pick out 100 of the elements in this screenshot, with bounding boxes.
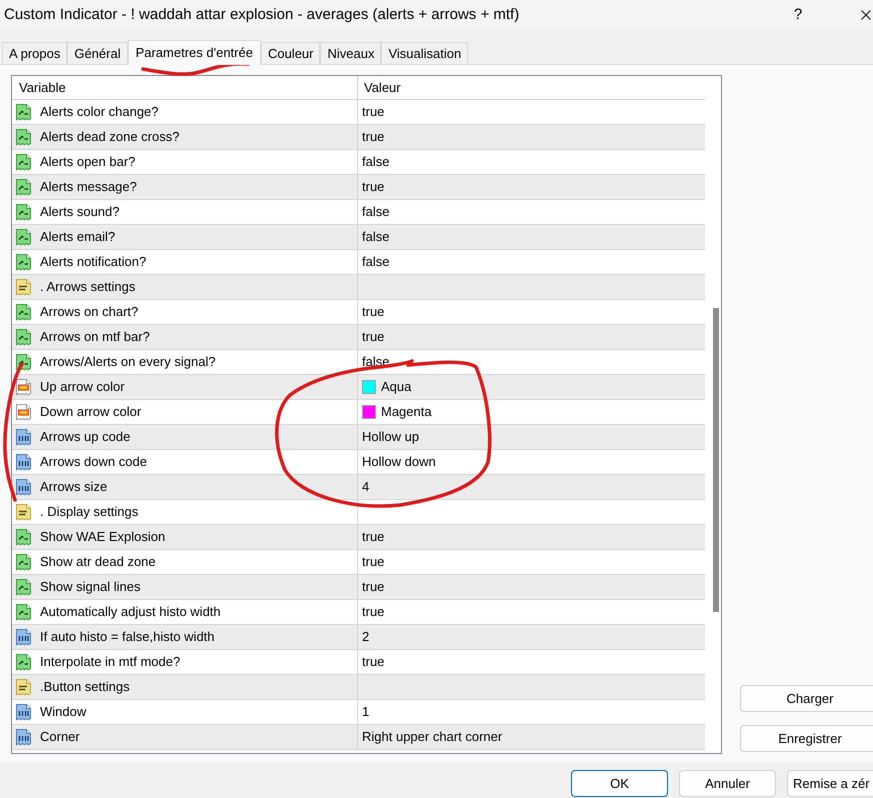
variable-label: Arrows size bbox=[40, 478, 108, 496]
variable-label: Alerts color change? bbox=[40, 103, 159, 122]
value-text: true bbox=[362, 328, 384, 346]
parameter-row[interactable]: .Button settings bbox=[12, 675, 706, 700]
value-text: 2 bbox=[362, 628, 370, 646]
parameter-row[interactable]: Alerts open bar? false bbox=[12, 150, 706, 175]
parameter-row[interactable]: Corner Right upper chart corner bbox=[12, 725, 706, 750]
parameter-row[interactable]: Automatically adjust histo width true bbox=[12, 600, 706, 625]
parameter-row[interactable]: Show WAE Explosion true bbox=[12, 525, 706, 550]
variable-label: Arrows/Alerts on every signal? bbox=[40, 353, 216, 372]
parameter-row[interactable]: Show atr dead zone true bbox=[12, 550, 706, 575]
variable-label: Alerts sound? bbox=[40, 203, 120, 222]
tab[interactable]: Visualisation bbox=[381, 42, 468, 64]
parameter-row[interactable]: . Arrows settings bbox=[12, 275, 706, 300]
bars-tile-icon bbox=[15, 428, 32, 446]
parameter-row[interactable]: Alerts notification? false bbox=[12, 250, 706, 275]
line-chart-tile-icon bbox=[15, 328, 32, 346]
value-text: false bbox=[362, 228, 390, 246]
side-button[interactable]: Charger bbox=[740, 685, 873, 712]
bars-tile-icon bbox=[15, 478, 32, 496]
value-text: true bbox=[362, 553, 384, 572]
parameter-row[interactable]: If auto histo = false,histo width 2 bbox=[12, 625, 706, 650]
value-text: Hollow down bbox=[362, 453, 436, 472]
variable-label: Show WAE Explosion bbox=[40, 528, 166, 546]
variable-label: Corner bbox=[40, 728, 80, 746]
variable-label: . Arrows settings bbox=[40, 278, 136, 296]
side-button[interactable]: Enregistrer bbox=[740, 725, 873, 752]
value-text: true bbox=[362, 303, 384, 322]
line-chart-tile-icon bbox=[15, 578, 32, 596]
line-chart-tile-icon bbox=[15, 303, 32, 321]
variable-label: Window bbox=[40, 703, 86, 722]
line-chart-tile-icon bbox=[15, 528, 32, 546]
parameter-row[interactable]: Arrows down code Hollow down bbox=[12, 450, 706, 475]
line-chart-tile-icon bbox=[15, 228, 32, 246]
text-lines-tile-icon bbox=[15, 678, 32, 696]
value-text: true bbox=[362, 178, 384, 196]
value-text: true bbox=[362, 128, 384, 146]
line-chart-tile-icon bbox=[15, 128, 32, 146]
variable-label: Alerts notification? bbox=[40, 253, 146, 272]
parameter-row[interactable]: Interpolate in mtf mode? true bbox=[12, 650, 706, 675]
column-header[interactable]: Variable bbox=[19, 78, 66, 98]
variable-label: Arrows on chart? bbox=[40, 303, 138, 322]
bars-tile-icon bbox=[15, 728, 32, 746]
variable-label: Arrows up code bbox=[40, 428, 130, 446]
variable-label: Arrows on mtf bar? bbox=[40, 328, 150, 346]
line-chart-tile-icon bbox=[15, 153, 32, 171]
window-title: Custom Indicator - ! waddah attar explosion - averages (alerts + arrows + mtf) bbox=[4, 4, 520, 25]
parameter-row[interactable]: . Display settings bbox=[12, 500, 706, 525]
variable-label: Automatically adjust histo width bbox=[40, 603, 221, 622]
line-chart-tile-icon bbox=[15, 253, 32, 271]
variable-label: Up arrow color bbox=[40, 378, 125, 396]
bars-tile-icon bbox=[15, 628, 32, 646]
value-text: true bbox=[362, 603, 384, 622]
parameter-row[interactable]: Arrows size 4 bbox=[12, 475, 706, 500]
dialog-button[interactable]: OK bbox=[571, 770, 668, 797]
parameter-row[interactable]: Show signal lines true bbox=[12, 575, 706, 600]
dialog-button[interactable]: Remise a zér bbox=[787, 770, 873, 797]
parameter-row[interactable]: Alerts sound? false bbox=[12, 200, 706, 225]
gradient-bar-tile-icon bbox=[15, 403, 32, 421]
value-text: false bbox=[362, 253, 390, 272]
scrollbar-thumb[interactable] bbox=[713, 308, 720, 612]
value-text: Magenta bbox=[381, 403, 432, 422]
value-text: Right upper chart corner bbox=[362, 728, 502, 746]
parameter-row[interactable]: Alerts color change? true bbox=[12, 100, 706, 125]
parameter-row[interactable]: Down arrow color Magenta bbox=[12, 400, 706, 425]
column-header[interactable]: Valeur bbox=[364, 78, 401, 98]
variable-label: .Button settings bbox=[40, 678, 130, 696]
parameter-row[interactable]: Arrows on chart? true bbox=[12, 300, 706, 325]
value-text: Aqua bbox=[381, 378, 412, 396]
parameter-row[interactable]: Alerts dead zone cross? true bbox=[12, 125, 706, 150]
value-text: true bbox=[362, 103, 384, 122]
dialog-button[interactable]: Annuler bbox=[679, 770, 776, 797]
parameter-row[interactable]: Alerts message? true bbox=[12, 175, 706, 200]
value-text: true bbox=[362, 528, 384, 546]
tab[interactable]: A propos bbox=[2, 42, 68, 64]
parameter-row[interactable]: Window 1 bbox=[12, 700, 706, 725]
variable-label: If auto histo = false,histo width bbox=[40, 628, 215, 646]
value-text: false bbox=[362, 153, 390, 172]
tab[interactable]: Général bbox=[67, 42, 128, 64]
line-chart-tile-icon bbox=[15, 653, 32, 671]
variable-label: Alerts open bar? bbox=[40, 153, 136, 172]
value-text: 1 bbox=[362, 703, 370, 722]
variable-label: Alerts message? bbox=[40, 178, 137, 196]
parameter-row[interactable]: Arrows up code Hollow up bbox=[12, 425, 706, 450]
parameter-row[interactable]: Up arrow color Aqua bbox=[12, 375, 706, 400]
line-chart-tile-icon bbox=[15, 603, 32, 621]
value-text: true bbox=[362, 653, 384, 672]
tab[interactable]: Couleur bbox=[260, 42, 320, 64]
line-chart-tile-icon bbox=[15, 203, 32, 221]
variable-label: Down arrow color bbox=[40, 403, 142, 422]
help-button[interactable]: ? bbox=[788, 4, 808, 26]
parameter-row[interactable]: Alerts email? false bbox=[12, 225, 706, 250]
parameter-row[interactable]: Arrows on mtf bar? true bbox=[12, 325, 706, 350]
value-text: true bbox=[362, 578, 384, 596]
gradient-bar-tile-icon bbox=[15, 378, 32, 396]
close-icon[interactable] bbox=[861, 10, 871, 20]
bars-tile-icon bbox=[15, 703, 32, 721]
tab[interactable]: Parametres d'entrée bbox=[128, 40, 261, 65]
variable-label: Arrows down code bbox=[40, 453, 147, 472]
tab[interactable]: Niveaux bbox=[320, 42, 382, 64]
